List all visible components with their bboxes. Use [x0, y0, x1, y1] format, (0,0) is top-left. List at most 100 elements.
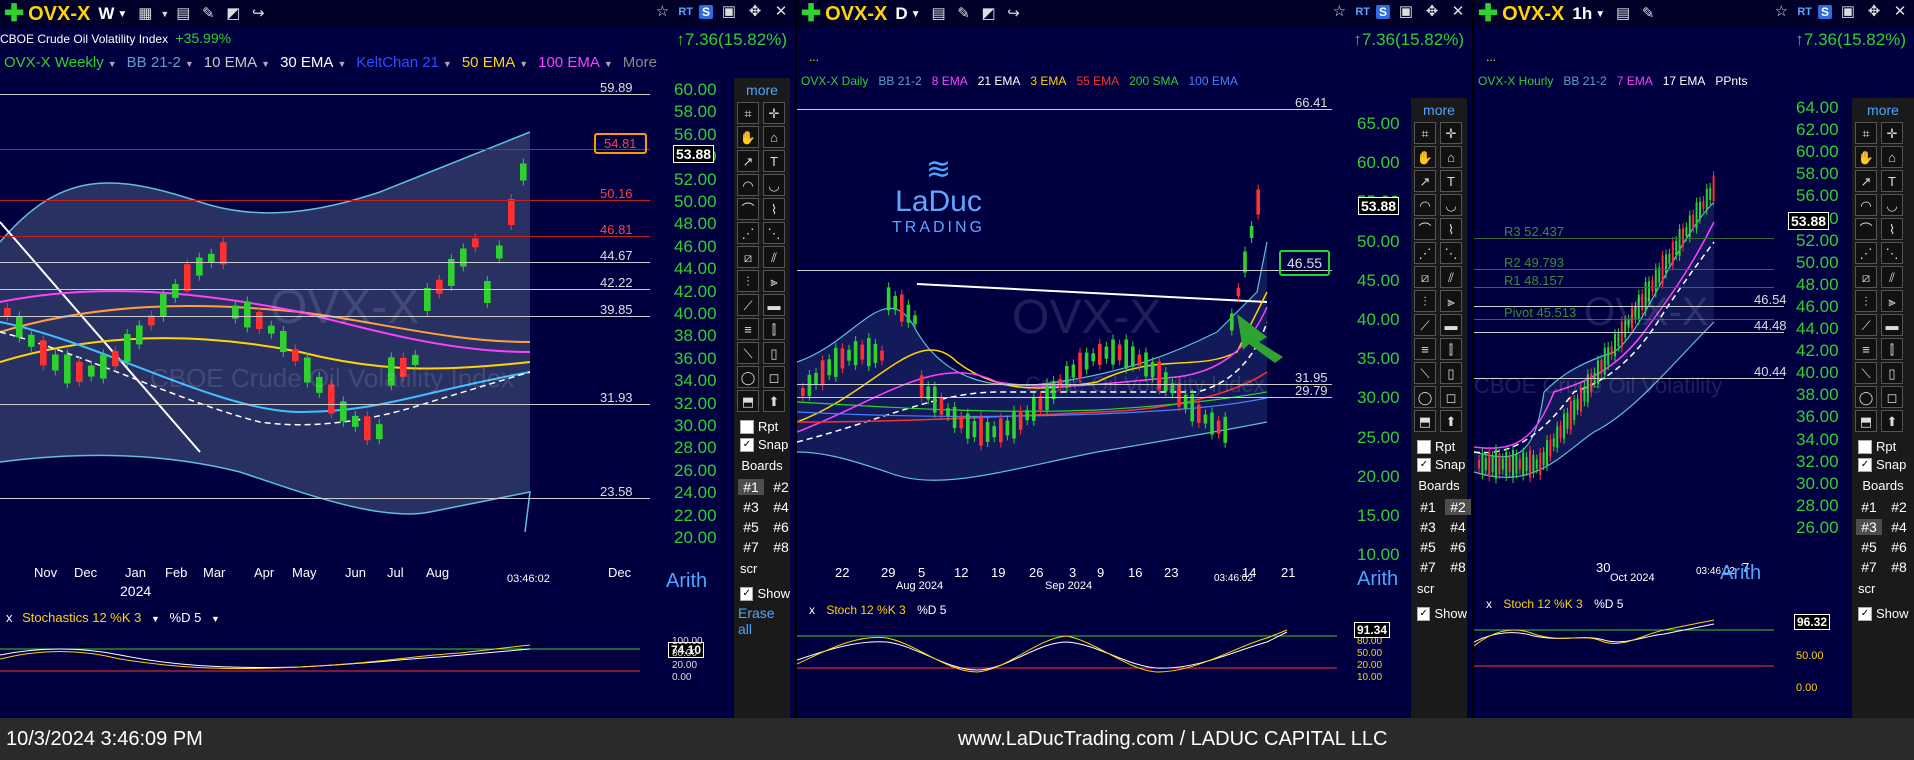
board-3-button[interactable]: #3	[1856, 519, 1882, 535]
vline-icon[interactable]: ⫶	[1414, 290, 1436, 312]
diag-icon[interactable]: ⟍	[737, 342, 759, 364]
boards-grid[interactable]: #1 #2 #3 #4 #5 #6 #7 #8	[1411, 493, 1471, 581]
stochastics-chart[interactable]	[1474, 612, 1774, 672]
more-tools-link[interactable]: more	[1852, 102, 1914, 118]
studies-icon[interactable]: ▤	[1613, 5, 1633, 23]
board-1-button[interactable]: #1	[1415, 499, 1441, 515]
text-icon[interactable]: T	[1881, 170, 1903, 192]
curve-icon[interactable]: ⌒	[1414, 218, 1436, 240]
arc-icon[interactable]: ◠	[1414, 194, 1436, 216]
timeframe-selector[interactable]: D	[895, 4, 907, 24]
save-icon[interactable]: ▣	[719, 3, 739, 21]
caret-icon[interactable]: ▼	[160, 5, 169, 23]
close-icon[interactable]: ✕	[1448, 3, 1468, 21]
s-icon[interactable]: S	[1375, 5, 1390, 19]
arc-icon[interactable]: ◠	[737, 174, 759, 196]
studies-icon[interactable]: ▤	[929, 5, 949, 23]
channel2-icon[interactable]: ⋱	[1440, 242, 1462, 264]
stoch-legend[interactable]: x Stoch 12 %K 3 %D 5	[1486, 597, 1623, 611]
drawing-toolstrip[interactable]: more ⌗ ✛ ✋ ⌂ ↗ T ◠ ◡ ⌒ ⌇ ⋰ ⋱ ⧄ ⫽ ⫶ ⫸ ⟋ ▬ ≡ ⫿ ⟍ ▯ ◯ ◻ ⬒ ⬆ Rpt ✓ Sna…	[1411, 98, 1471, 718]
grid-icon[interactable]: ⫿	[763, 318, 785, 340]
board-7-button[interactable]: #7	[1856, 559, 1882, 575]
board-8-button[interactable]: #8	[1445, 559, 1471, 575]
channel2-icon[interactable]: ⋱	[1881, 242, 1903, 264]
board-3-button[interactable]: #3	[738, 499, 764, 515]
diag-icon[interactable]: ⟍	[1855, 362, 1877, 384]
circle-icon[interactable]: ◯	[1414, 386, 1436, 408]
rectangle-icon[interactable]: ◻	[763, 366, 785, 388]
parallel-icon[interactable]: ⫽	[1881, 266, 1903, 288]
fib-levels-icon[interactable]: ≡	[1855, 338, 1877, 360]
arrow-up-icon[interactable]: ⬆	[1440, 410, 1462, 432]
share-arrow-icon[interactable]: ↪	[1004, 5, 1024, 23]
study-label[interactable]: OVX-X Weekly	[4, 54, 104, 71]
scale-mode[interactable]: Arith	[666, 570, 707, 593]
line-icon[interactable]: ⟋	[737, 294, 759, 316]
level-line[interactable]	[0, 94, 650, 95]
ray-icon[interactable]: ⫸	[763, 270, 785, 292]
study-label[interactable]: 30 EMA	[280, 54, 333, 71]
studies-icon[interactable]: ▤	[173, 5, 193, 23]
study-label[interactable]: 200 SMA	[1129, 74, 1178, 88]
show-checkbox[interactable]: ✓ Show	[734, 586, 790, 601]
box-icon[interactable]: ▯	[1881, 362, 1903, 384]
scale-mode[interactable]: Arith	[1720, 562, 1761, 585]
vline-icon[interactable]: ⫶	[1855, 290, 1877, 312]
study-label[interactable]: 10 EMA	[204, 54, 257, 71]
boards-grid[interactable]: #1 #2 #3 #4 #5 #6 #7 #8	[1852, 493, 1914, 581]
parallel-icon[interactable]: ⫽	[1440, 266, 1462, 288]
board-2-button[interactable]: #2	[1445, 499, 1471, 515]
gann-icon[interactable]: ⧄	[1414, 266, 1436, 288]
timeframe-selector[interactable]: 1h	[1572, 4, 1592, 24]
boards-grid[interactable]: #1 #2 #3 #4 #5 #6 #7 #8	[734, 473, 790, 561]
chevron-down-icon[interactable]: ▼	[519, 59, 528, 69]
snap-checkbox[interactable]: ✓ Snap	[734, 437, 790, 452]
trendline-icon[interactable]: ↗	[1414, 170, 1436, 192]
study-label[interactable]: BB 21-2	[1563, 74, 1606, 88]
scr-button[interactable]: scr	[1852, 581, 1914, 596]
close-icon[interactable]: ✕	[1890, 3, 1910, 21]
fib-icon[interactable]: ⌇	[763, 198, 785, 220]
gann-icon[interactable]: ⧄	[1855, 266, 1877, 288]
move-icon[interactable]: ✥	[745, 3, 765, 21]
level-line[interactable]	[797, 109, 1332, 110]
board-1-button[interactable]: #1	[738, 479, 764, 495]
grid-icon[interactable]: ⫿	[1881, 338, 1903, 360]
arc2-icon[interactable]: ◡	[1881, 194, 1903, 216]
save-icon[interactable]: ▣	[1396, 3, 1416, 21]
box-icon[interactable]: ▯	[763, 342, 785, 364]
study-label[interactable]: 3 EMA	[1030, 74, 1066, 88]
timeframe-selector[interactable]: W	[98, 4, 114, 24]
symbol-label[interactable]: OVX-X	[825, 3, 887, 26]
text-icon[interactable]: T	[763, 150, 785, 172]
circle-icon[interactable]: ◯	[737, 366, 759, 388]
rpt-checkbox[interactable]: Rpt	[734, 419, 790, 434]
board-1-button[interactable]: #1	[1856, 499, 1882, 515]
line-icon[interactable]: ⟋	[1414, 314, 1436, 336]
chevron-down-icon[interactable]: ▼	[108, 59, 117, 69]
chevron-down-icon[interactable]: ▼	[337, 59, 346, 69]
fib-levels-icon[interactable]: ≡	[737, 318, 759, 340]
board-4-button[interactable]: #4	[1445, 519, 1471, 535]
board-8-button[interactable]: #8	[768, 539, 794, 555]
tool-grid[interactable]: ⌗ ✛ ✋ ⌂ ↗ T ◠ ◡ ⌒ ⌇ ⋰ ⋱ ⧄ ⫽ ⫶ ⫸ ⟋ ▬ ≡ ⫿ ⟍ ▯ ◯ ◻ ⬒ ⬆	[1852, 118, 1914, 436]
cross-icon[interactable]: ✛	[763, 102, 785, 124]
crosshair-icon[interactable]: ⌗	[737, 102, 759, 124]
arc2-icon[interactable]: ◡	[1440, 194, 1462, 216]
eraser-icon[interactable]: ⌂	[1881, 146, 1903, 168]
ray-icon[interactable]: ⫸	[1440, 290, 1462, 312]
ray-icon[interactable]: ⫸	[1881, 290, 1903, 312]
more-tools-link[interactable]: more	[1411, 102, 1467, 118]
rectangle-icon[interactable]: ◻	[1440, 386, 1462, 408]
study-label[interactable]: BB 21-2	[127, 54, 181, 71]
board-5-button[interactable]: #5	[1856, 539, 1882, 555]
study-legend[interactable]: OVX-X Hourly BB 21-2 7 EMA 17 EMA PPnts	[1478, 74, 1757, 88]
gann-icon[interactable]: ⧄	[737, 246, 759, 268]
rpt-checkbox[interactable]: Rpt	[1852, 439, 1914, 454]
curve-icon[interactable]: ⌒	[737, 198, 759, 220]
text-icon[interactable]: T	[1440, 170, 1462, 192]
study-label[interactable]: BB 21-2	[878, 74, 921, 88]
draw-pencil-icon[interactable]: ✎	[1638, 5, 1658, 23]
move-icon[interactable]: ✥	[1864, 3, 1884, 21]
fib-icon[interactable]: ⌇	[1440, 218, 1462, 240]
